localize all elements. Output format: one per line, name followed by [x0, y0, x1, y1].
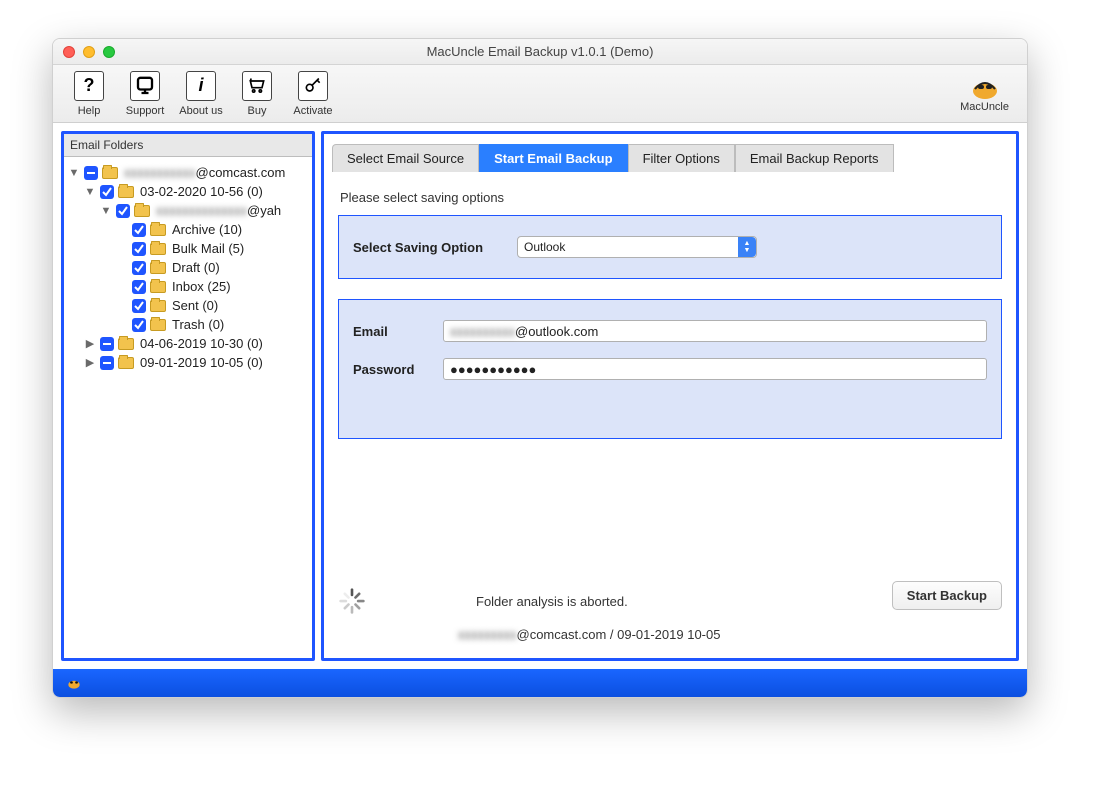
- tab-start-email-backup[interactable]: Start Email Backup: [479, 144, 628, 172]
- checkbox-checked[interactable]: [100, 185, 114, 199]
- help-icon: ?: [74, 71, 104, 101]
- checkbox-partial[interactable]: [100, 356, 114, 370]
- checkbox-partial[interactable]: [100, 337, 114, 351]
- disclosure-right-icon[interactable]: ▶: [84, 337, 96, 350]
- tab-bar: Select Email Source Start Email Backup F…: [324, 134, 1016, 172]
- tab-filter-options[interactable]: Filter Options: [628, 144, 735, 172]
- checkbox-checked[interactable]: [116, 204, 130, 218]
- email-input[interactable]: xxxxxxxxxx@outlook.com: [443, 320, 987, 342]
- saving-option-select[interactable]: Outlook ▲▼: [517, 236, 757, 258]
- folder-tree-pane: Email Folders ▼ xxxxxxxxxxx@comcast.com …: [61, 131, 315, 661]
- status-text: Folder analysis is aborted.: [476, 594, 628, 609]
- start-backup-button[interactable]: Start Backup: [892, 581, 1002, 610]
- key-icon: [298, 71, 328, 101]
- folder-tree-header: Email Folders: [64, 134, 312, 157]
- password-label: Password: [353, 362, 429, 377]
- folder-tree[interactable]: ▼ xxxxxxxxxxx@comcast.com ▼ 03-02-2020 1…: [64, 157, 312, 658]
- email-label: Email: [353, 324, 429, 339]
- footer-status: Start Backup: [338, 587, 1002, 642]
- folder-icon: [150, 281, 166, 293]
- disclosure-down-icon[interactable]: ▼: [84, 186, 96, 198]
- info-icon: i: [186, 71, 216, 101]
- help-button[interactable]: ? Help: [61, 71, 117, 117]
- checkbox-checked[interactable]: [132, 223, 146, 237]
- brand-logo: MacUncle: [960, 75, 1019, 113]
- support-button[interactable]: Support: [117, 71, 173, 117]
- credentials-group: Email xxxxxxxxxx@outlook.com Password ●●…: [338, 299, 1002, 439]
- checkbox-partial[interactable]: [84, 166, 98, 180]
- tree-node-archive[interactable]: Archive (10): [66, 220, 310, 239]
- buy-button[interactable]: Buy: [229, 71, 285, 117]
- instruction-text: Please select saving options: [338, 180, 1002, 215]
- folder-icon: [102, 167, 118, 179]
- folder-icon: [150, 319, 166, 331]
- disclosure-down-icon[interactable]: ▼: [100, 205, 112, 217]
- disclosure-down-icon[interactable]: ▼: [68, 167, 80, 179]
- window-title: MacUncle Email Backup v1.0.1 (Demo): [53, 44, 1027, 59]
- checkbox-checked[interactable]: [132, 299, 146, 313]
- select-arrows-icon: ▲▼: [738, 237, 756, 257]
- folder-icon: [150, 300, 166, 312]
- folder-icon: [150, 243, 166, 255]
- folder-icon: [150, 224, 166, 236]
- tree-node-sent[interactable]: Sent (0): [66, 296, 310, 315]
- brand-icon[interactable]: [65, 674, 83, 692]
- tab-select-email-source[interactable]: Select Email Source: [332, 144, 479, 172]
- tree-node-draft[interactable]: Draft (0): [66, 258, 310, 277]
- about-us-button[interactable]: i About us: [173, 71, 229, 117]
- status-path: xxxxxxxxx@comcast.com / 09-01-2019 10-05: [338, 627, 1002, 642]
- bottom-taskbar: [53, 669, 1027, 697]
- disclosure-right-icon[interactable]: ▶: [84, 356, 96, 369]
- folder-icon: [150, 262, 166, 274]
- title-bar: MacUncle Email Backup v1.0.1 (Demo): [53, 39, 1027, 65]
- support-icon: [130, 71, 160, 101]
- tree-node-date1[interactable]: ▼ 03-02-2020 10-56 (0): [66, 182, 310, 201]
- main-pane: Select Email Source Start Email Backup F…: [321, 131, 1019, 661]
- tree-node-account[interactable]: ▼ xxxxxxxxxxx@comcast.com: [66, 163, 310, 182]
- folder-icon: [118, 338, 134, 350]
- toolbar: ? Help Support i About us Buy Activate: [53, 65, 1027, 123]
- checkbox-checked[interactable]: [132, 261, 146, 275]
- tree-node-date2[interactable]: ▶ 04-06-2019 10-30 (0): [66, 334, 310, 353]
- tree-node-trash[interactable]: Trash (0): [66, 315, 310, 334]
- checkbox-checked[interactable]: [132, 318, 146, 332]
- tree-node-inbox[interactable]: Inbox (25): [66, 277, 310, 296]
- tab-email-backup-reports[interactable]: Email Backup Reports: [735, 144, 894, 172]
- tree-node-subaccount[interactable]: ▼ xxxxxxxxxxxxxx@yah: [66, 201, 310, 220]
- activate-button[interactable]: Activate: [285, 71, 341, 117]
- password-input[interactable]: ●●●●●●●●●●●: [443, 358, 987, 380]
- tree-node-date3[interactable]: ▶ 09-01-2019 10-05 (0): [66, 353, 310, 372]
- folder-icon: [118, 357, 134, 369]
- tree-node-bulk[interactable]: Bulk Mail (5): [66, 239, 310, 258]
- saving-option-label: Select Saving Option: [353, 240, 503, 255]
- cart-icon: [242, 71, 272, 101]
- checkbox-checked[interactable]: [132, 242, 146, 256]
- spinner-icon: [338, 587, 366, 615]
- folder-icon: [134, 205, 150, 217]
- folder-icon: [118, 186, 134, 198]
- checkbox-checked[interactable]: [132, 280, 146, 294]
- workspace: Email Folders ▼ xxxxxxxxxxx@comcast.com …: [53, 123, 1027, 669]
- saving-option-group: Select Saving Option Outlook ▲▼: [338, 215, 1002, 279]
